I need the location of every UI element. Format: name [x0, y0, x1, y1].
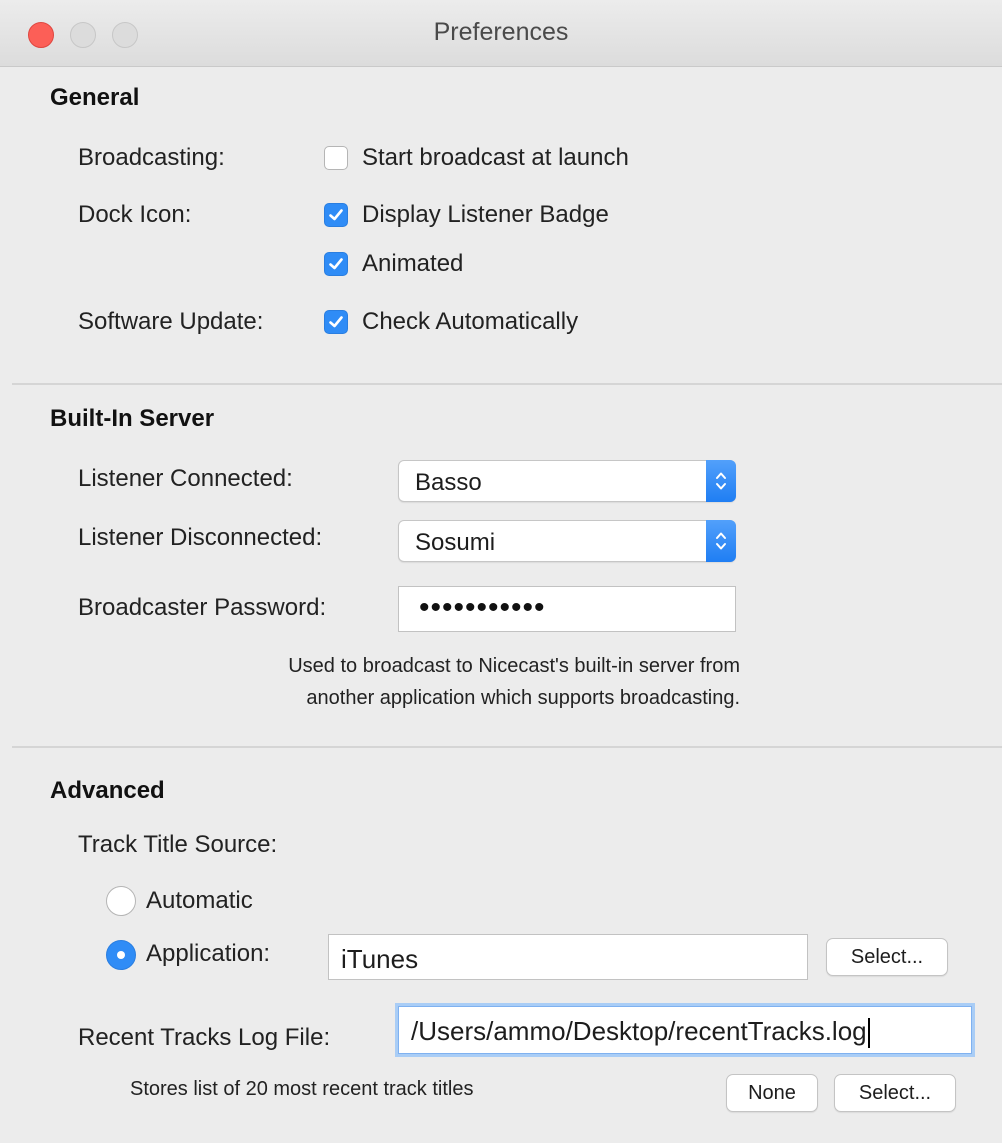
listener-disconnected-popup[interactable]: Sosumi [398, 520, 736, 562]
display-badge-label[interactable]: Display Listener Badge [362, 201, 609, 229]
application-radio[interactable] [106, 940, 136, 970]
server-heading: Built-In Server [50, 405, 215, 432]
listener-connected-popup[interactable]: Basso [398, 460, 736, 502]
animated-label[interactable]: Animated [362, 250, 463, 278]
section-divider [12, 746, 1002, 748]
log-path-value: /Users/ammo/Desktop/recentTracks.log [411, 1016, 870, 1049]
password-note: Used to broadcast to Nicecast's built-in… [288, 650, 740, 714]
title-bar[interactable]: Preferences [0, 0, 1002, 67]
section-divider [12, 383, 1002, 385]
up-down-arrows-icon [706, 460, 736, 502]
password-note-line-1: Used to broadcast to Nicecast's built-in… [288, 655, 740, 677]
preferences-window: Preferences General Broadcasting: Start … [0, 0, 1002, 1143]
password-note-line-2: another application which supports broad… [306, 687, 740, 709]
listener-connected-label: Listener Connected: [78, 465, 293, 492]
general-heading: General [50, 84, 140, 111]
recent-tracks-log-field[interactable]: /Users/ammo/Desktop/recentTracks.log [398, 1006, 972, 1054]
animated-checkbox[interactable] [324, 252, 348, 276]
window-title: Preferences [433, 18, 569, 46]
checkmark-icon [329, 316, 343, 328]
application-label[interactable]: Application: [146, 940, 270, 968]
listener-disconnected-label: Listener Disconnected: [78, 524, 323, 551]
dock-icon-label: Dock Icon: [78, 201, 192, 228]
application-value: iTunes [341, 944, 419, 974]
text-cursor [867, 1018, 870, 1049]
start-broadcast-label[interactable]: Start broadcast at launch [362, 144, 629, 172]
checkmark-icon [329, 209, 343, 221]
log-file-note: Stores list of 20 most recent track titl… [130, 1078, 474, 1100]
checkmark-icon [329, 258, 343, 270]
none-button[interactable]: None [726, 1074, 818, 1112]
track-title-source-label: Track Title Source: [78, 831, 278, 858]
up-down-arrows-icon [706, 520, 736, 562]
listener-connected-value: Basso [415, 469, 482, 496]
recent-tracks-log-label: Recent Tracks Log File: [78, 1024, 331, 1051]
broadcasting-label: Broadcasting: [78, 144, 225, 171]
broadcaster-password-label: Broadcaster Password: [78, 594, 327, 621]
password-value: ••••••••••• [419, 591, 546, 624]
broadcaster-password-field[interactable]: ••••••••••• [398, 586, 736, 632]
automatic-label[interactable]: Automatic [146, 887, 253, 915]
display-badge-checkbox[interactable] [324, 203, 348, 227]
start-broadcast-checkbox[interactable] [324, 146, 348, 170]
check-automatically-checkbox[interactable] [324, 310, 348, 334]
listener-disconnected-value: Sosumi [415, 529, 496, 556]
check-automatically-label[interactable]: Check Automatically [362, 308, 578, 336]
log-select-button[interactable]: Select... [834, 1074, 956, 1112]
automatic-radio[interactable] [106, 886, 136, 916]
application-field[interactable]: iTunes [328, 934, 808, 980]
software-update-label: Software Update: [78, 308, 264, 335]
application-select-button[interactable]: Select... [826, 938, 948, 976]
advanced-heading: Advanced [50, 777, 165, 804]
